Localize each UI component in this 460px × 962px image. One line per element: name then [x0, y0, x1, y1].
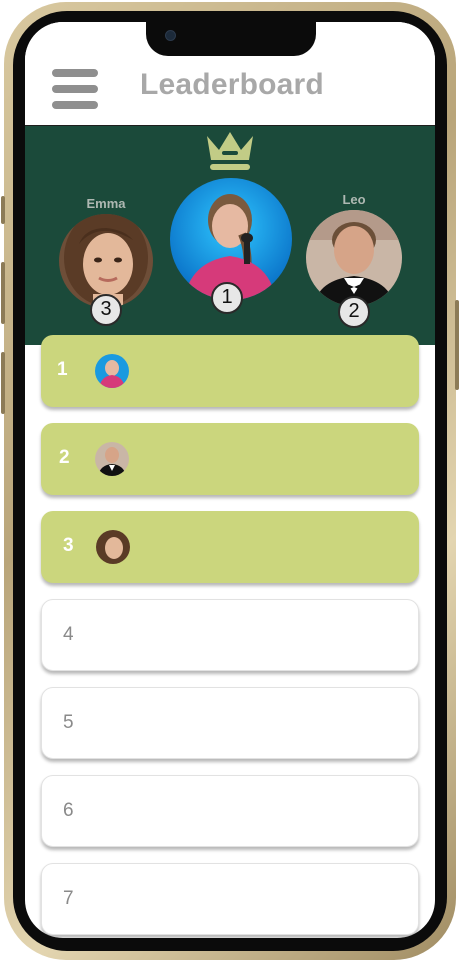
rank-badge-first: 1 [211, 282, 243, 314]
avatar-small [96, 530, 130, 564]
side-button [1, 262, 5, 324]
list-item-rank: 2 [59, 447, 70, 468]
list-item[interactable]: 4 [41, 599, 419, 671]
side-button [1, 196, 5, 224]
app-screen: Leaderboard Emma 3 1 Leo 2 1 2 3 4 5 6 7 [25, 22, 435, 938]
camera-icon [165, 30, 176, 41]
podium-second-name: Leo [342, 192, 366, 207]
list-item-rank: 4 [63, 624, 74, 645]
podium-third-name: Emma [86, 196, 126, 211]
list-item-rank: 5 [63, 712, 74, 733]
list-item-rank: 7 [63, 888, 74, 909]
list-item[interactable]: 5 [41, 687, 419, 759]
avatar-second[interactable] [306, 210, 402, 306]
list-item[interactable]: 2 [41, 423, 419, 495]
rank-badge-second: 2 [338, 296, 370, 328]
list-item[interactable]: 6 [41, 775, 419, 847]
page-title: Leaderboard [140, 68, 324, 101]
list-item-rank: 1 [57, 359, 68, 380]
list-item[interactable]: 1 [41, 335, 419, 407]
list-item-rank: 3 [63, 535, 74, 556]
avatar-small [95, 442, 129, 476]
crown-icon [207, 132, 253, 170]
list-item-rank: 6 [63, 800, 74, 821]
avatar-small [95, 354, 129, 388]
phone-notch [146, 22, 316, 56]
list-item[interactable]: 7 [41, 863, 419, 935]
side-button [455, 300, 459, 390]
rank-badge-third: 3 [90, 294, 122, 326]
podium: Emma 3 1 Leo 2 [25, 126, 435, 345]
hamburger-menu-icon[interactable] [52, 69, 100, 111]
side-button [1, 352, 5, 414]
list-item[interactable]: 3 [41, 511, 419, 583]
